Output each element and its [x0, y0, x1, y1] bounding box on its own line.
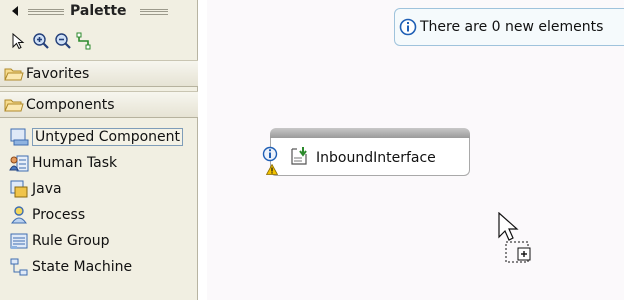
palette-entry-untyped-component[interactable]: Untyped Component	[0, 124, 198, 150]
palette-toolbar	[10, 30, 94, 52]
zoom-out-icon[interactable]	[54, 32, 72, 50]
palette-entry-state-machine[interactable]: State Machine	[0, 254, 198, 280]
palette-grip-right	[140, 9, 168, 15]
entry-label: State Machine	[32, 259, 133, 275]
info-banner: There are 0 new elements	[394, 8, 624, 46]
rule-group-icon	[10, 233, 28, 249]
info-badge-icon	[262, 146, 278, 162]
component-label: InboundInterface	[316, 150, 436, 166]
zoom-in-icon[interactable]	[32, 32, 50, 50]
palette-entries: Untyped Component Human Task Java Proces…	[0, 124, 198, 280]
warning-icon	[266, 164, 278, 175]
java-icon	[10, 180, 28, 198]
entry-label: Rule Group	[32, 233, 110, 249]
export-component[interactable]: InboundInterface	[262, 128, 470, 178]
drawer-favorites[interactable]: Favorites	[0, 60, 198, 87]
component-title-bar	[270, 128, 470, 138]
untyped-component-icon	[10, 128, 29, 146]
palette-entry-rule-group[interactable]: Rule Group	[0, 228, 198, 254]
drag-add-cursor-icon	[498, 212, 531, 263]
folder-open-icon	[4, 99, 24, 111]
drawer-label-favorites: Favorites	[26, 65, 90, 82]
drawer-components[interactable]: Components	[0, 91, 198, 118]
entry-label: Untyped Component	[32, 128, 184, 146]
info-banner-text: There are 0 new elements	[420, 19, 604, 35]
palette-entry-human-task[interactable]: Human Task	[0, 150, 198, 176]
palette-header[interactable]: Palette	[0, 0, 198, 24]
palette-entry-java[interactable]: Java	[0, 176, 198, 202]
entry-label: Human Task	[32, 155, 118, 171]
collapse-palette-icon[interactable]	[8, 4, 22, 18]
info-icon	[399, 18, 417, 36]
process-icon	[11, 206, 27, 224]
select-tool-icon[interactable]	[10, 32, 28, 50]
palette-panel: Palette Favorites Components Untyped Com…	[0, 0, 198, 300]
human-task-icon	[9, 155, 29, 172]
palette-grip-left	[28, 9, 64, 15]
palette-entry-process[interactable]: Process	[0, 202, 198, 228]
state-machine-icon	[10, 258, 28, 276]
entry-label: Java	[32, 181, 62, 197]
interface-icon	[291, 147, 307, 165]
entry-label: Process	[32, 207, 86, 223]
wire-tool-icon[interactable]	[76, 32, 94, 50]
folder-open-icon	[4, 68, 24, 80]
palette-title: Palette	[70, 3, 127, 19]
drawer-label-components: Components	[26, 96, 115, 113]
